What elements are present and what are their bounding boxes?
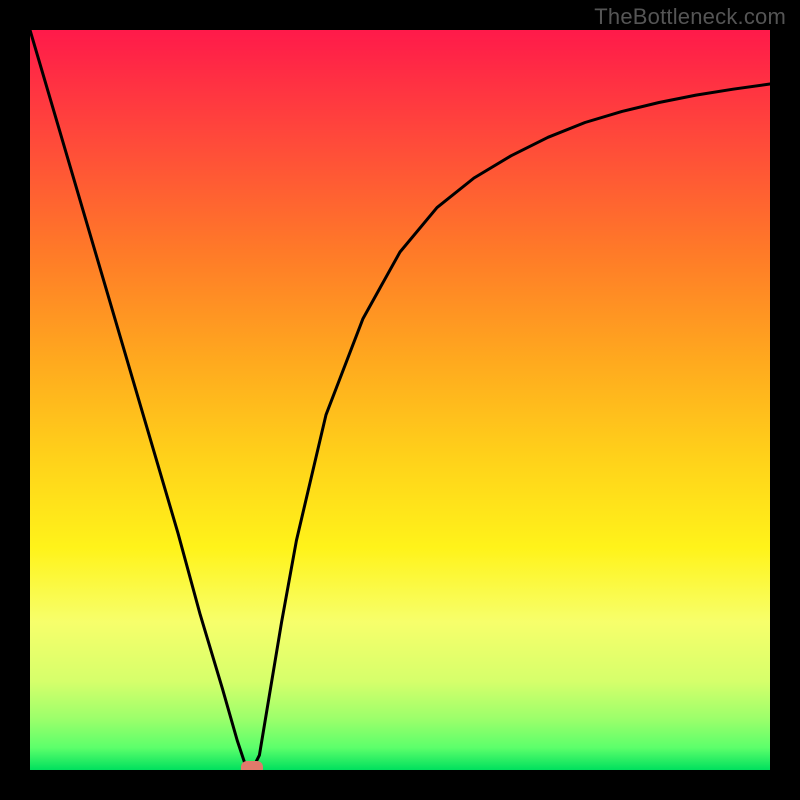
plot-area <box>30 30 770 770</box>
gradient-background <box>30 30 770 770</box>
minimum-marker <box>241 761 263 770</box>
watermark-text: TheBottleneck.com <box>594 4 786 30</box>
chart-svg <box>30 30 770 770</box>
chart-container: TheBottleneck.com <box>0 0 800 800</box>
